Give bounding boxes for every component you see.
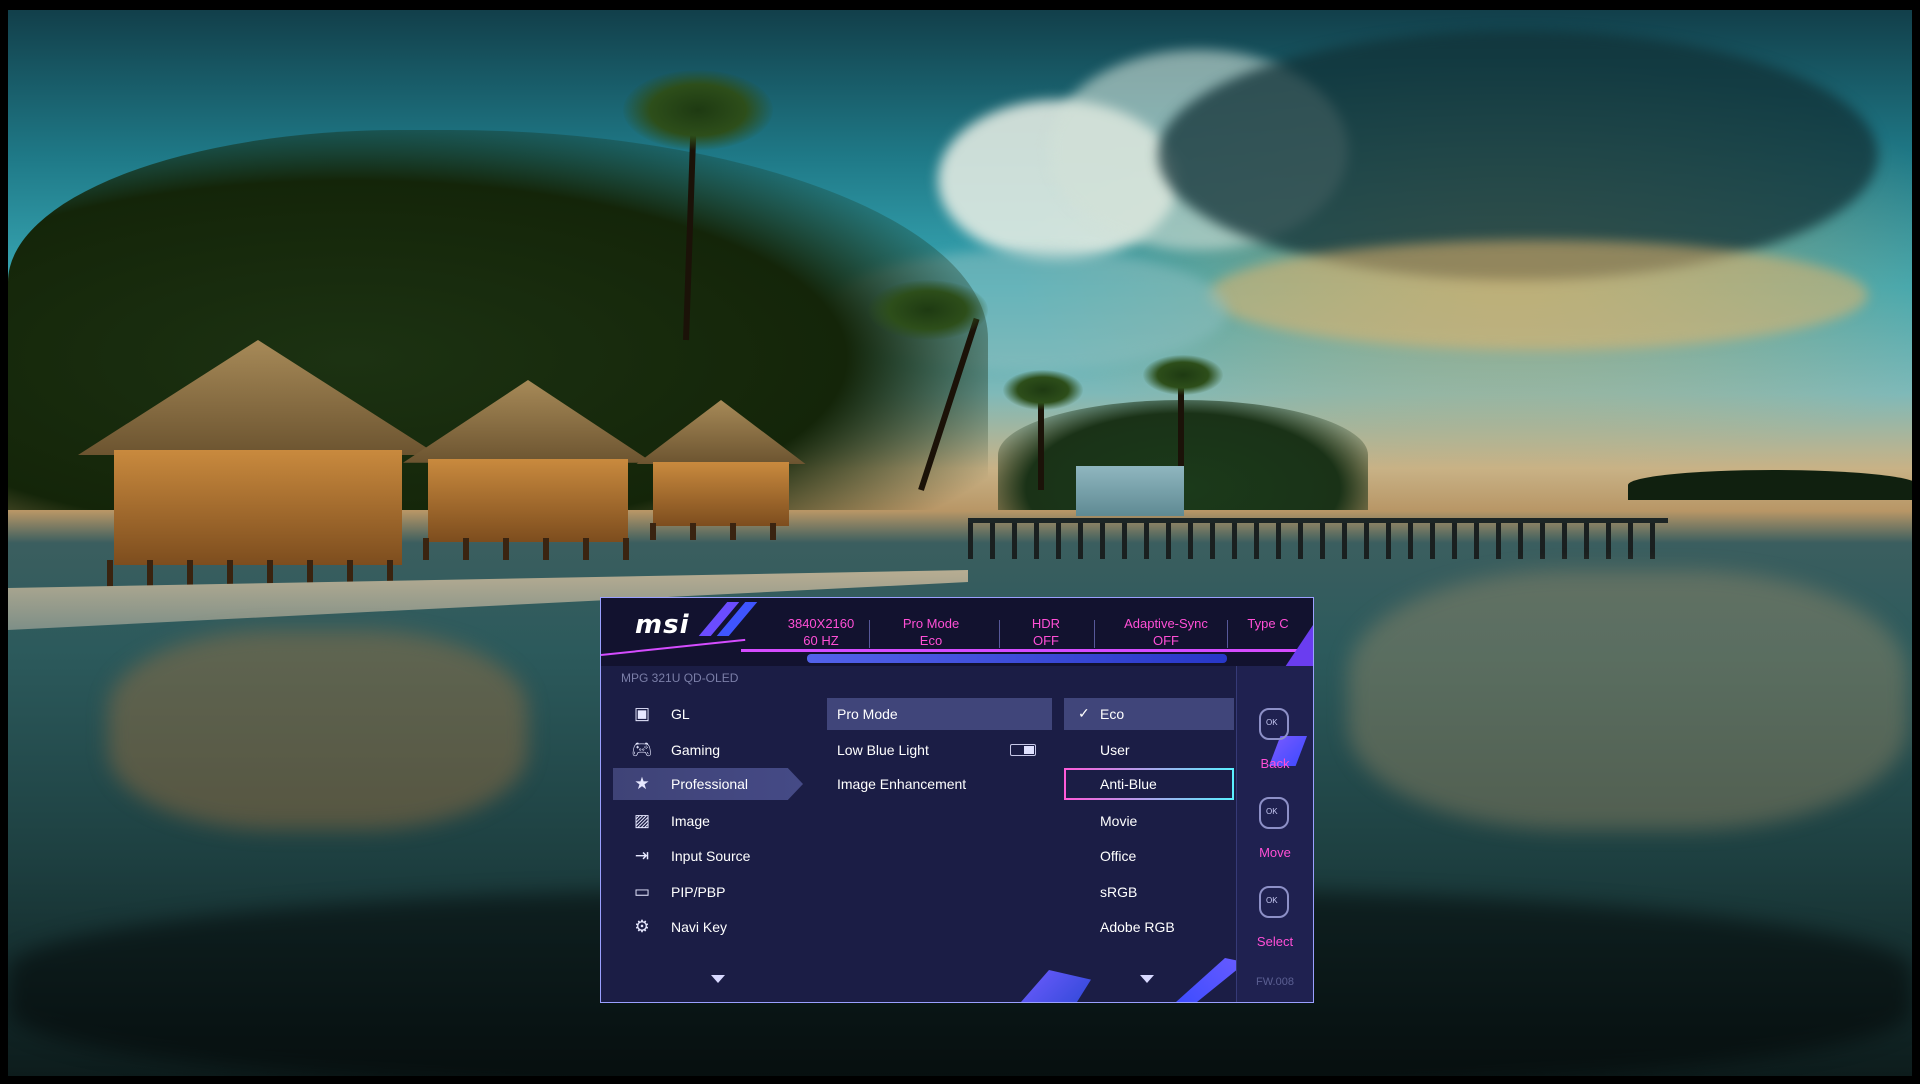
menu-item-image[interactable]: ▨ Image [613, 805, 803, 837]
status-type-c: Type C [1247, 616, 1289, 631]
status-adaptive-sync: Adaptive-Sync OFF [1124, 616, 1208, 648]
brand-logo: msi [635, 610, 690, 640]
game-lobby-icon: ▣ [633, 704, 651, 723]
image-icon: ▨ [633, 811, 651, 830]
joystick-move-icon[interactable]: OK [1255, 795, 1295, 835]
water-reflection [108, 630, 528, 830]
submenu-item-low-blue-light[interactable]: Low Blue Light [827, 734, 1052, 766]
header-accent-line [601, 638, 746, 656]
menu-item-pip-pbp[interactable]: ▭ PIP/PBP [613, 876, 803, 908]
menu-item-gl[interactable]: ▣ GL [613, 698, 803, 730]
navigation-sidebar: OK Back OK Move OK Select FW.008 [1236, 666, 1313, 1002]
joystick-select-icon[interactable]: OK [1255, 884, 1295, 924]
status-separator [1094, 620, 1095, 648]
star-icon: ★ [634, 774, 650, 793]
status-separator [1227, 620, 1228, 648]
osd-menu: msi 3840X2160 60 HZ Pro Mode Eco HDR OFF… [600, 597, 1314, 1003]
water-reflection [1348, 570, 1908, 830]
white-hut [1076, 466, 1184, 516]
status-hdr: HDR OFF [1031, 616, 1061, 648]
menu-scroll-down-icon[interactable] [711, 975, 725, 983]
input-source-icon: ⇥ [634, 846, 650, 865]
options-scroll-down-icon[interactable] [1140, 975, 1154, 983]
menu-item-professional[interactable]: ★ Professional [613, 768, 803, 800]
gamepad-icon: 🎮︎ [631, 740, 653, 759]
status-pro-mode: Pro Mode Eco [902, 616, 960, 648]
option-anti-blue[interactable]: Anti-Blue [1064, 768, 1234, 800]
model-name: MPG 321U QD-OLED [621, 671, 739, 685]
menu-item-input-source[interactable]: ⇥ Input Source [613, 840, 803, 872]
hut [636, 400, 806, 540]
header-glow-bar [807, 654, 1227, 663]
navi-key-icon: ⚙ [634, 917, 650, 936]
select-label: Select [1256, 934, 1294, 949]
joystick-back-icon[interactable]: OK [1255, 706, 1295, 746]
submenu-item-pro-mode[interactable]: Pro Mode [827, 698, 1052, 730]
status-separator [869, 620, 870, 648]
back-label: Back [1260, 756, 1290, 771]
pier [968, 518, 1668, 559]
header-accent-line [741, 649, 1313, 652]
option-srgb[interactable]: sRGB [1064, 876, 1234, 908]
far-island [1628, 470, 1912, 500]
option-office[interactable]: Office [1064, 840, 1234, 872]
osd-header: msi 3840X2160 60 HZ Pro Mode Eco HDR OFF… [601, 598, 1313, 667]
submenu-item-image-enhancement[interactable]: Image Enhancement [827, 768, 1052, 800]
status-resolution: 3840X2160 60 HZ [787, 616, 855, 648]
palm-crown [1003, 370, 1083, 410]
move-label: Move [1259, 845, 1291, 860]
status-separator [999, 620, 1000, 648]
corner-decor [1021, 970, 1091, 1002]
option-adobe-rgb[interactable]: Adobe RGB [1064, 911, 1234, 943]
hut [78, 340, 438, 590]
palm-crown [623, 70, 773, 150]
palm-crown [868, 280, 988, 340]
cloud [1208, 240, 1868, 350]
pip-icon: ▭ [633, 882, 651, 901]
option-eco[interactable]: ✓ Eco [1064, 698, 1234, 730]
option-movie[interactable]: Movie [1064, 805, 1234, 837]
low-blue-light-toggle[interactable] [1010, 744, 1036, 756]
hut [403, 380, 653, 560]
firmware-version: FW.008 [1256, 976, 1294, 988]
menu-item-gaming[interactable]: 🎮︎ Gaming [613, 734, 803, 766]
menu-item-navi-key[interactable]: ⚙ Navi Key [613, 911, 803, 943]
palm-crown [1143, 355, 1223, 395]
checkmark-icon: ✓ [1078, 705, 1090, 721]
option-user[interactable]: User [1064, 734, 1234, 766]
